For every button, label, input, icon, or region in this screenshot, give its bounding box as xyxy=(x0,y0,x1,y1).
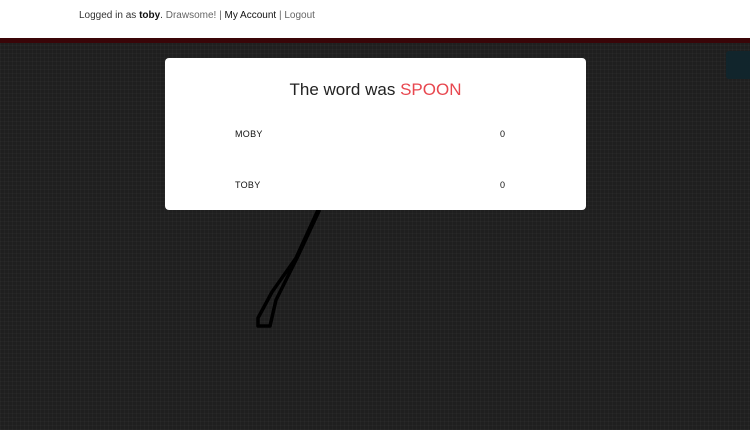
modal-title: The word was SPOON xyxy=(165,80,586,100)
player-name: TOBY xyxy=(235,180,261,190)
title-prefix: The word was xyxy=(289,80,396,99)
score-row: TOBY 0 xyxy=(235,180,505,194)
revealed-word: SPOON xyxy=(400,80,462,99)
player-score: 0 xyxy=(499,180,505,190)
score-row: MOBY 0 xyxy=(235,129,505,143)
player-name: MOBY xyxy=(235,129,263,139)
player-score: 0 xyxy=(499,129,505,139)
round-result-modal: The word was SPOON MOBY 0 TOBY 0 xyxy=(165,58,586,210)
